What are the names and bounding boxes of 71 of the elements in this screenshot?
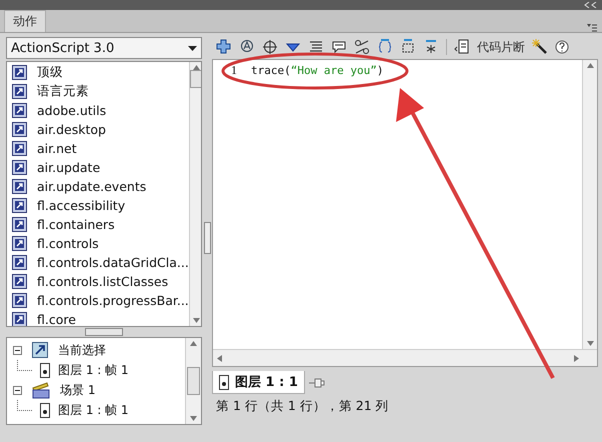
tree-item[interactable]: 图层 1 : 帧 1 <box>58 362 129 378</box>
dropdown-arrow-icon <box>188 46 197 50</box>
code-snippets-button[interactable]: 代码片断 <box>477 38 525 56</box>
braces-icon[interactable] <box>377 39 393 55</box>
menu-icon[interactable] <box>586 22 598 32</box>
package-icon <box>12 293 27 308</box>
selection-icon <box>32 342 48 358</box>
script-tab[interactable]: 图层 1 : 1 <box>212 371 305 394</box>
code-line: trace(“How are you”) <box>251 64 384 76</box>
library-item[interactable]: fl.controls <box>37 236 99 251</box>
frame-icon <box>40 402 50 418</box>
tree-item[interactable]: 当前选择 <box>58 342 106 358</box>
scroll-right-icon[interactable] <box>574 354 579 362</box>
clapperboard-icon <box>32 382 50 398</box>
package-icon <box>12 84 27 99</box>
scroll-up-icon[interactable] <box>586 63 594 68</box>
splitter-handle[interactable] <box>85 328 123 336</box>
scroll-up-icon[interactable] <box>190 341 197 346</box>
library-item[interactable]: fl.controls.dataGridCla... <box>37 255 189 270</box>
panel-tab[interactable]: 动作 <box>4 10 46 32</box>
package-icon <box>12 198 27 213</box>
package-icon <box>12 217 27 232</box>
library-item[interactable]: fl.accessibility <box>37 198 126 213</box>
package-icon <box>12 160 27 175</box>
library-item[interactable]: 语言元素 <box>37 83 89 100</box>
find-icon[interactable] <box>239 39 255 55</box>
collapse-icon[interactable] <box>13 386 22 394</box>
pin-icon[interactable] <box>308 376 325 388</box>
collapse-arrows-icon[interactable] <box>584 2 598 8</box>
library-item[interactable]: air.desktop <box>37 122 106 137</box>
frame-icon <box>40 362 50 378</box>
package-icon <box>12 141 27 156</box>
package-icon <box>12 255 27 270</box>
collapse-icon[interactable] <box>13 346 22 354</box>
splitter-handle[interactable] <box>204 222 210 254</box>
package-icon <box>12 236 27 251</box>
scissors-icon[interactable] <box>354 39 370 55</box>
scroll-down-icon[interactable] <box>190 416 197 421</box>
target-icon[interactable] <box>262 39 278 55</box>
package-icon <box>12 122 27 137</box>
library-item[interactable]: adobe.utils <box>37 103 106 118</box>
package-icon <box>12 179 27 194</box>
frame-icon <box>219 374 229 390</box>
library-item[interactable]: fl.core <box>37 312 76 326</box>
package-icon <box>12 103 27 118</box>
version-dropdown[interactable]: ActionScript 3.0 <box>6 37 202 59</box>
library-item[interactable]: fl.controls.listClasses <box>37 274 168 289</box>
snippet-icon[interactable] <box>454 39 470 55</box>
library-item[interactable]: fl.controls.progressBar... <box>37 293 189 308</box>
line-number: 1 <box>230 62 237 78</box>
tree-item[interactable]: 场景 1 <box>60 382 96 398</box>
magic-wand-icon[interactable] <box>532 39 548 55</box>
library-item[interactable]: air.net <box>37 141 77 156</box>
add-icon[interactable] <box>216 39 232 55</box>
scrollbar-thumb[interactable] <box>187 367 200 395</box>
library-item[interactable]: air.update.events <box>37 179 146 194</box>
scrollbar-thumb[interactable] <box>190 70 201 88</box>
help-icon[interactable] <box>555 40 569 54</box>
library-item[interactable]: 顶级 <box>37 64 63 81</box>
package-icon <box>12 65 27 80</box>
status-text: 第 1 行（共 1 行），第 21 列 <box>215 397 390 415</box>
package-icon <box>12 274 27 289</box>
library-item[interactable]: air.update <box>37 160 100 175</box>
scroll-down-icon[interactable] <box>192 318 200 323</box>
bracket-box-icon[interactable] <box>400 39 416 55</box>
library-item[interactable]: fl.containers <box>37 217 115 232</box>
scroll-down-icon[interactable] <box>586 341 594 346</box>
tree-item[interactable]: 图层 1 : 帧 1 <box>58 402 129 418</box>
asterisk-icon[interactable] <box>423 39 439 55</box>
comment-icon[interactable] <box>331 39 347 55</box>
scroll-left-icon[interactable] <box>217 354 222 362</box>
